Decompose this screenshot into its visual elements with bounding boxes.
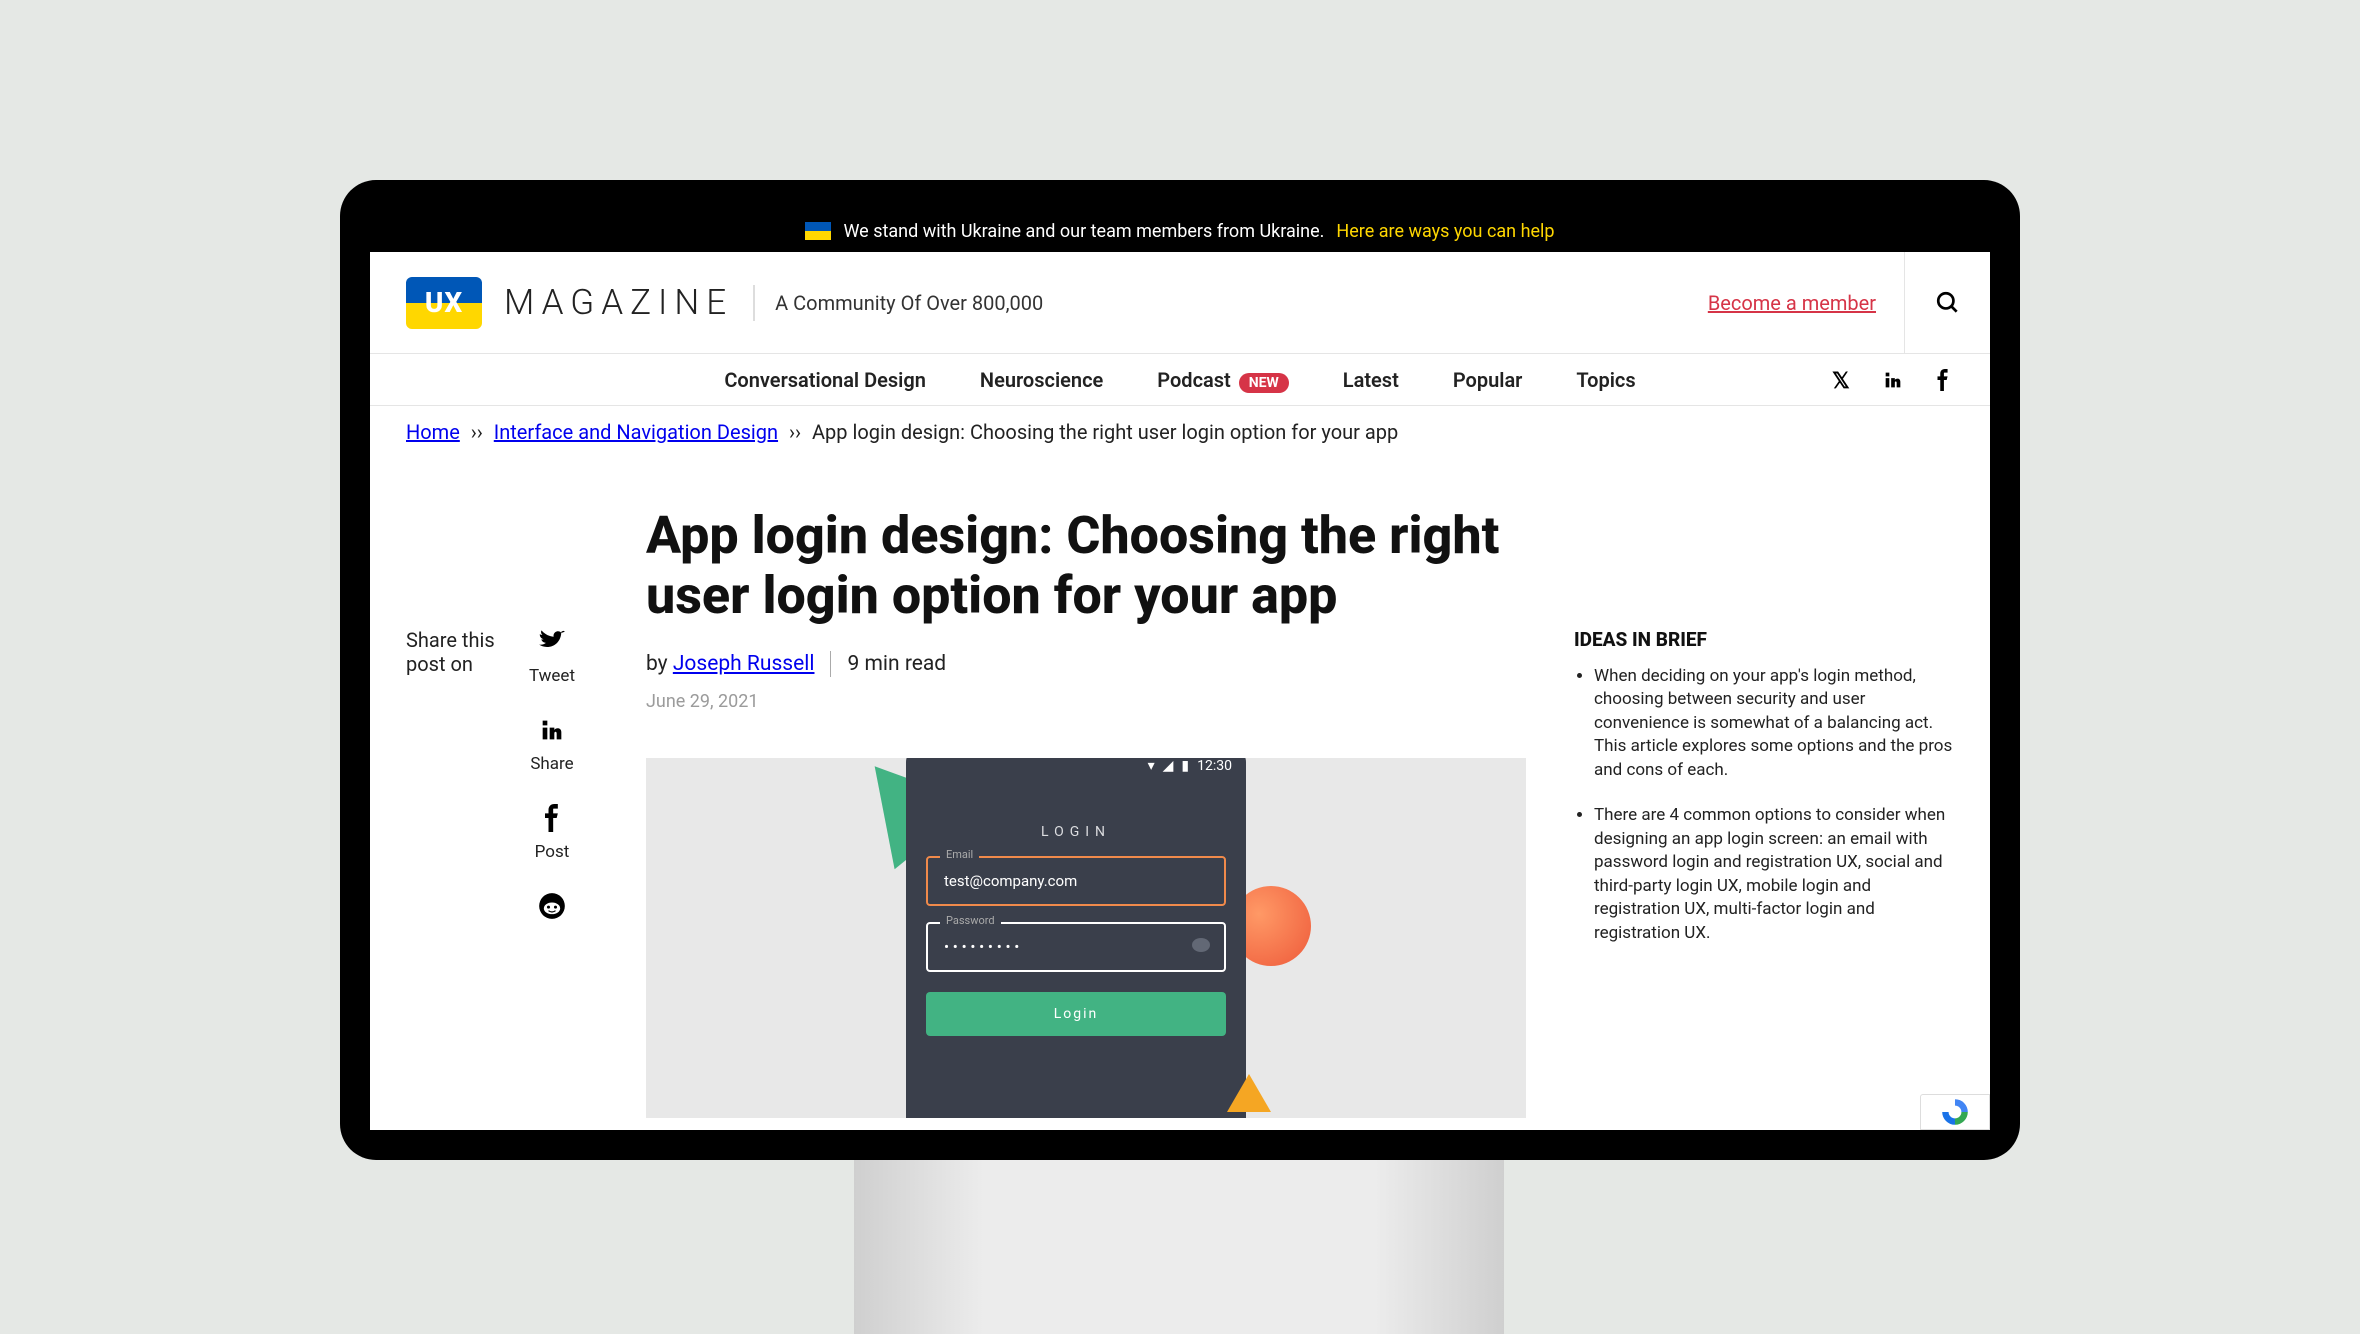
crumb-category[interactable]: Interface and Navigation Design xyxy=(494,420,778,444)
main-column: App login design: Choosing the right use… xyxy=(646,458,1526,1118)
recaptcha-icon xyxy=(1939,1096,1971,1128)
recaptcha-badge[interactable] xyxy=(1920,1094,1990,1130)
iib-item: When deciding on your app's login method… xyxy=(1594,665,1954,782)
share-column: Share this post on Tweet Share Post xyxy=(406,458,646,1118)
phone-mockup: ▾ ◢ ▮ 12:30 LOGIN Email test@company.com… xyxy=(906,758,1246,1118)
banner-text: We stand with Ukraine and our team membe… xyxy=(843,221,1324,242)
article-title: App login design: Choosing the right use… xyxy=(646,506,1526,627)
phone-status-bar: ▾ ◢ ▮ 12:30 xyxy=(1148,758,1232,774)
share-reddit[interactable] xyxy=(516,892,588,924)
linkedin-icon xyxy=(538,716,566,744)
crumb-home[interactable]: Home xyxy=(406,420,460,444)
monitor-frame: We stand with Ukraine and our team membe… xyxy=(340,180,2020,1160)
new-badge: NEW xyxy=(1239,373,1289,393)
x-twitter-icon[interactable]: 𝕏 xyxy=(1832,369,1854,391)
linkedin-icon[interactable] xyxy=(1882,369,1904,391)
email-label: Email xyxy=(940,848,979,861)
search-icon xyxy=(1935,290,1961,316)
reddit-icon xyxy=(538,892,566,920)
email-value: test@company.com xyxy=(944,872,1077,890)
password-value: • • • • • • • • • xyxy=(944,938,1019,956)
ukraine-flag-icon xyxy=(805,222,831,240)
ideas-in-brief-title: IDEAS IN BRIEF xyxy=(1574,628,1954,651)
share-linkedin-label: Share xyxy=(516,754,588,774)
crumb-current: App login design: Choosing the right use… xyxy=(812,420,1398,444)
phone-login-button: Login xyxy=(926,992,1226,1036)
iib-item: There are 4 common options to consider w… xyxy=(1594,804,1954,945)
search-button[interactable] xyxy=(1904,252,1990,354)
wifi-icon: ▾ xyxy=(1148,758,1155,774)
logo[interactable]: UX MAGAZINE xyxy=(370,277,733,329)
email-field: Email test@company.com xyxy=(926,856,1226,906)
byline: by Joseph Russell 9 min read xyxy=(646,651,1526,677)
share-label: Share this post on xyxy=(406,628,516,676)
triangle-decoration xyxy=(1227,1074,1271,1112)
share-linkedin[interactable]: Share xyxy=(516,716,588,774)
screen: We stand with Ukraine and our team membe… xyxy=(370,210,1990,1130)
author-link[interactable]: Joseph Russell xyxy=(673,652,815,676)
crumb-sep: ›› xyxy=(471,420,483,444)
password-field: Password • • • • • • • • • xyxy=(926,922,1226,972)
publish-date: June 29, 2021 xyxy=(646,691,1526,712)
nav-podcast[interactable]: PodcastNEW xyxy=(1157,368,1288,392)
logo-mark: UX xyxy=(406,277,482,329)
breadcrumb: Home ›› Interface and Navigation Design … xyxy=(370,406,1990,458)
banner-link[interactable]: Here are ways you can help xyxy=(1336,221,1554,242)
nav-conversational[interactable]: Conversational Design xyxy=(724,368,926,392)
share-twitter-label: Tweet xyxy=(516,666,588,686)
tagline: A Community Of Over 800,000 xyxy=(775,291,1043,315)
twitter-icon xyxy=(538,628,566,656)
share-facebook[interactable]: Post xyxy=(516,804,588,862)
announcement-banner: We stand with Ukraine and our team membe… xyxy=(370,210,1990,252)
nav-latest[interactable]: Latest xyxy=(1343,368,1399,392)
divider xyxy=(753,285,755,321)
facebook-icon[interactable] xyxy=(1932,369,1954,391)
eye-icon xyxy=(1192,938,1210,952)
hero-image: ▾ ◢ ▮ 12:30 LOGIN Email test@company.com… xyxy=(646,758,1526,1118)
sidebar: IDEAS IN BRIEF When deciding on your app… xyxy=(1526,458,1954,1118)
facebook-icon xyxy=(538,804,566,832)
share-facebook-label: Post xyxy=(516,842,588,862)
article-body: Share this post on Tweet Share Post xyxy=(370,458,1990,1118)
crumb-sep: ›› xyxy=(789,420,801,444)
logo-wordmark: MAGAZINE xyxy=(504,282,733,323)
nav-popular[interactable]: Popular xyxy=(1453,368,1523,392)
battery-icon: ▮ xyxy=(1181,758,1189,774)
share-twitter[interactable]: Tweet xyxy=(516,628,588,686)
divider xyxy=(830,651,831,677)
site-header: UX MAGAZINE A Community Of Over 800,000 … xyxy=(370,252,1990,354)
nav-neuroscience[interactable]: Neuroscience xyxy=(980,368,1103,392)
nav-topics[interactable]: Topics xyxy=(1576,368,1635,392)
signal-icon: ◢ xyxy=(1163,758,1174,774)
ideas-in-brief-list: When deciding on your app's login method… xyxy=(1574,665,1954,945)
primary-nav: Conversational Design Neuroscience Podca… xyxy=(370,354,1990,406)
password-label: Password xyxy=(940,914,1001,927)
read-time: 9 min read xyxy=(847,652,946,676)
become-member-link[interactable]: Become a member xyxy=(1708,291,1876,315)
phone-time: 12:30 xyxy=(1197,758,1232,774)
